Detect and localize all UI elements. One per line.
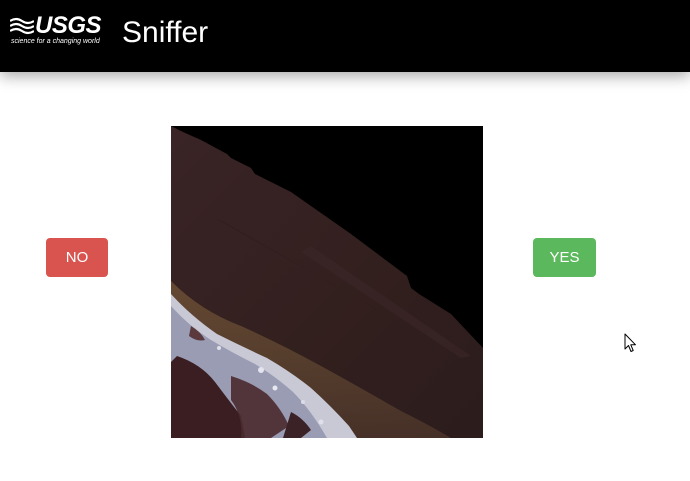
app-header: USGS science for a changing world Sniffe…	[0, 0, 690, 72]
app-title: Sniffer	[122, 16, 209, 49]
yes-button[interactable]: YES	[533, 238, 596, 277]
no-button[interactable]: NO	[46, 238, 108, 277]
satellite-image	[171, 126, 483, 438]
usgs-wave-icon	[10, 16, 34, 36]
mouse-pointer-icon	[624, 333, 636, 352]
usgs-logo[interactable]: USGS science for a changing world	[10, 12, 102, 50]
usgs-tagline: science for a changing world	[11, 38, 100, 45]
satellite-image-tile	[171, 126, 483, 438]
usgs-wordmark: USGS	[35, 12, 102, 39]
